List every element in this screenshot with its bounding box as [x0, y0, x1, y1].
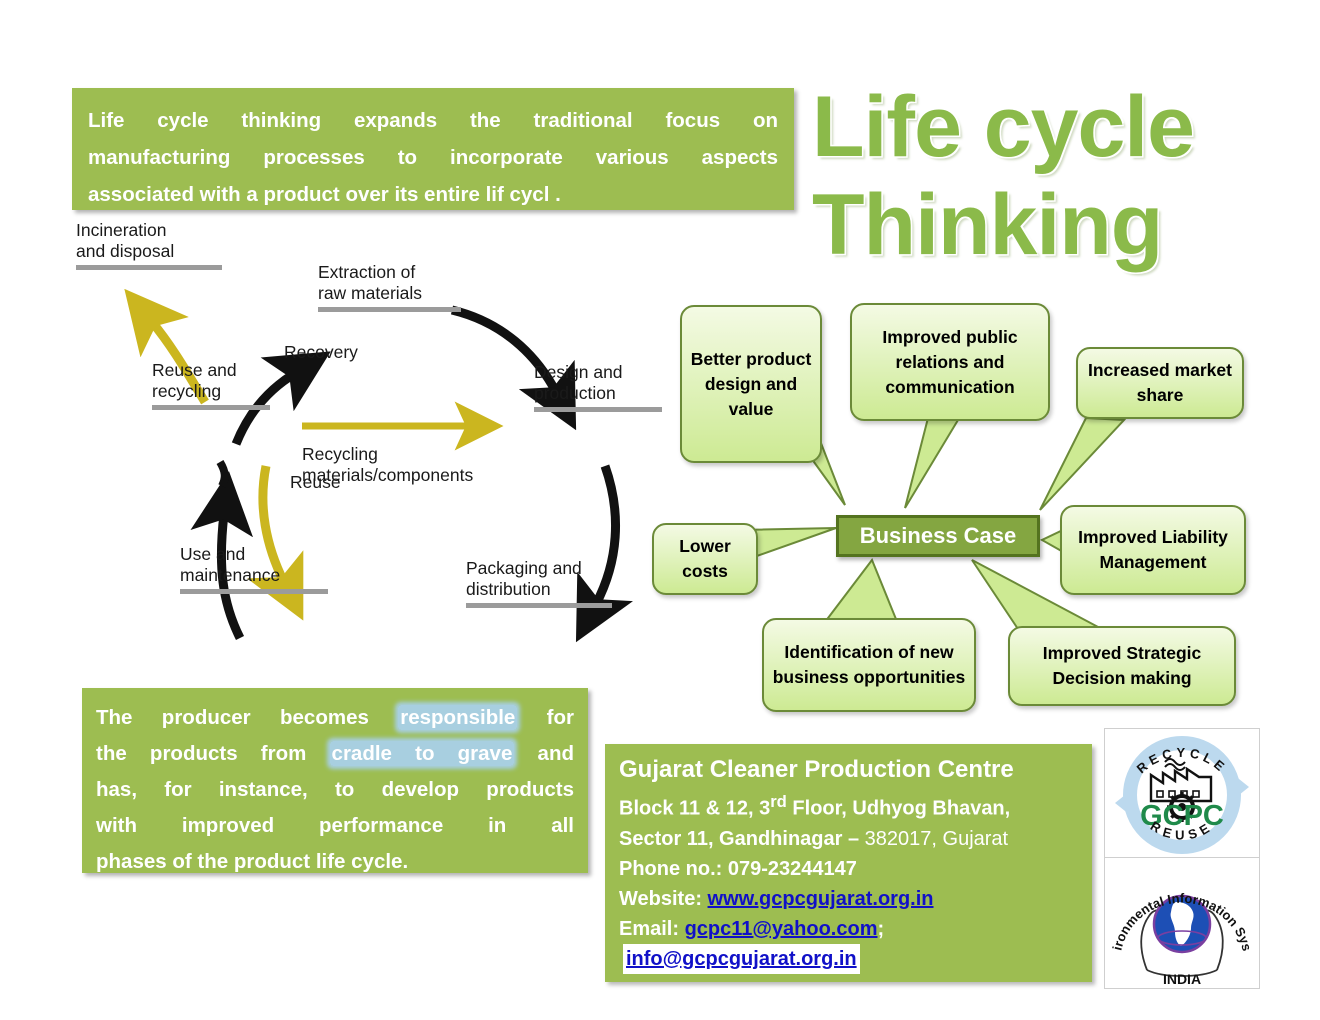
bubble-improved-strategic-decision-label: Improved Strategic Decision making: [1042, 643, 1202, 688]
business-case-label: Business Case: [859, 523, 1017, 548]
bubble-improved-liability-label: Improved Liability Management: [1078, 527, 1228, 572]
bubble-better-product-label: Better product design and value: [690, 348, 812, 419]
business-case-center-node[interactable]: Business Case: [836, 515, 1040, 557]
bubble-identification-new-business-label: Identification of new business opportuni…: [772, 642, 966, 687]
bubble-improved-public-relations[interactable]: Improved public relations and communicat…: [850, 303, 1050, 421]
bubble-improved-liability[interactable]: Improved Liability Management: [1060, 505, 1246, 595]
poster-canvas: Life cycle thinking expands the traditio…: [0, 0, 1320, 1020]
bubble-improved-strategic-decision[interactable]: Improved Strategic Decision making: [1008, 626, 1236, 706]
bubble-lower-costs-label: Lower costs: [679, 536, 731, 581]
bubble-improved-public-relations-label: Improved public relations and communicat…: [882, 326, 1018, 397]
bubble-increased-market-share-label: Increased market share: [1088, 360, 1232, 405]
bubble-increased-market-share[interactable]: Increased market share: [1076, 347, 1244, 419]
bubble-identification-new-business[interactable]: Identification of new business opportuni…: [762, 618, 976, 712]
bubble-lower-costs[interactable]: Lower costs: [652, 523, 758, 595]
bubble-better-product[interactable]: Better product design and value: [680, 305, 822, 463]
